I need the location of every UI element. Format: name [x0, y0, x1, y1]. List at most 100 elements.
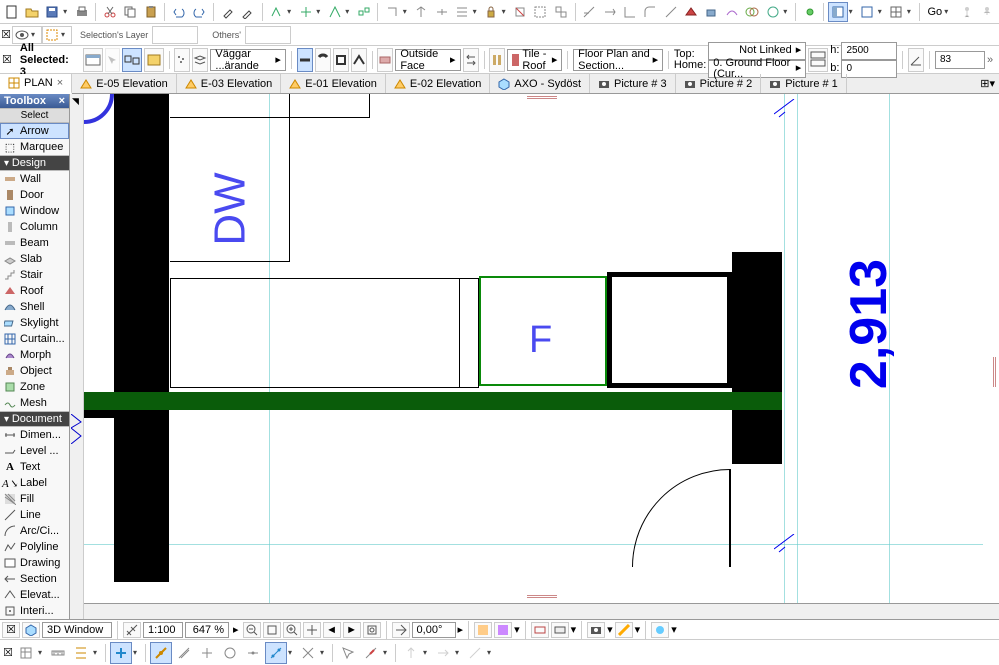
tool-skylight[interactable]: Skylight: [0, 315, 69, 331]
lock-dropdown[interactable]: ▾: [502, 7, 510, 16]
tool-wall[interactable]: Wall: [0, 171, 69, 187]
sb-pan[interactable]: [303, 622, 321, 638]
organizer-button[interactable]: [857, 2, 876, 22]
layer-combo[interactable]: Väggar ...ärande▸: [210, 49, 285, 71]
explode-button[interactable]: [551, 2, 570, 22]
new-file-button[interactable]: [2, 2, 21, 22]
tool-slab[interactable]: Slab: [0, 251, 69, 267]
wall-mode-a[interactable]: [297, 48, 313, 72]
shell-tool-button[interactable]: [702, 2, 721, 22]
save-dropdown[interactable]: ▾: [63, 7, 71, 16]
tool-polyline[interactable]: Polyline: [0, 539, 69, 555]
ib-spray-button[interactable]: [174, 48, 190, 72]
cursor-icon[interactable]: [105, 48, 120, 72]
tool-morph[interactable]: Morph: [0, 347, 69, 363]
mirror-button[interactable]: [325, 2, 344, 22]
syringe-button[interactable]: [218, 2, 237, 22]
selection-icon[interactable]: [45, 28, 59, 42]
save-button[interactable]: [43, 2, 62, 22]
go-button[interactable]: Go▾: [924, 6, 957, 18]
eyedropper-button[interactable]: [238, 2, 257, 22]
3d-window-combo[interactable]: 3D Window: [42, 622, 112, 638]
tab-pic1[interactable]: Picture # 1: [761, 74, 847, 93]
toolbox-design-header[interactable]: ▾ Design: [0, 155, 69, 171]
sb-scale-icon[interactable]: [123, 622, 141, 638]
refline-icon[interactable]: [377, 48, 393, 72]
sb-display-b[interactable]: [494, 622, 512, 638]
ib-multiply-button[interactable]: [122, 48, 142, 72]
tool-stair[interactable]: Stair: [0, 267, 69, 283]
angle-input[interactable]: [935, 51, 985, 69]
top-value[interactable]: Not Linked: [739, 45, 792, 56]
bottom-close[interactable]: ☒: [2, 646, 14, 659]
height-input[interactable]: [841, 42, 897, 60]
infobar-close-icon[interactable]: ☒: [2, 53, 12, 66]
adjust-button[interactable]: [452, 2, 471, 22]
rotate-dropdown[interactable]: ▾: [316, 7, 324, 16]
copy-button[interactable]: [121, 2, 140, 22]
tab-plan-close[interactable]: ×: [57, 77, 63, 89]
settings-button[interactable]: [83, 48, 103, 72]
tool-interior[interactable]: Interi...: [0, 603, 69, 619]
drag-dropdown[interactable]: ▾: [287, 7, 295, 16]
sb-next[interactable]: ►: [343, 622, 361, 638]
floorplan-combo[interactable]: Floor Plan and Section...▸: [573, 49, 663, 71]
tool-object[interactable]: Object: [0, 363, 69, 379]
sb-3d-icon[interactable]: [22, 622, 40, 638]
tab-pic2[interactable]: Picture # 2: [676, 74, 762, 93]
extend-button[interactable]: [600, 2, 619, 22]
tool-elevation[interactable]: Elevat...: [0, 587, 69, 603]
tab-e05[interactable]: E-05 Elevation: [72, 74, 177, 93]
infobar-more-icon[interactable]: »: [987, 54, 993, 66]
tool-shell[interactable]: Shell: [0, 299, 69, 315]
eye-icon[interactable]: [15, 28, 29, 42]
sb-camera[interactable]: [587, 622, 605, 638]
tool-zone[interactable]: Zone: [0, 379, 69, 395]
scale-combo[interactable]: 1:100: [143, 622, 183, 638]
ib-filter-button[interactable]: [144, 48, 164, 72]
ib-layers-icon[interactable]: [192, 48, 208, 72]
tool-drawing[interactable]: Drawing: [0, 555, 69, 571]
zoom-value[interactable]: 647 %: [185, 622, 229, 638]
gutter-arrow-icon[interactable]: ◥: [72, 96, 79, 107]
sb-orient-icon[interactable]: [392, 622, 410, 638]
plan-canvas[interactable]: DW F 2,913: [84, 94, 999, 619]
multiply-button[interactable]: [354, 2, 373, 22]
fly-button[interactable]: [978, 2, 997, 22]
trim-button[interactable]: [579, 2, 598, 22]
layout-dropdown[interactable]: ▾: [907, 7, 915, 16]
tool-window[interactable]: Window: [0, 203, 69, 219]
sb-fit[interactable]: [263, 622, 281, 638]
tool-marquee[interactable]: ⬚Marquee: [0, 139, 69, 155]
sb-close[interactable]: ☒: [2, 622, 20, 638]
tab-axo[interactable]: AXO - Sydöst: [490, 74, 590, 93]
sb-trace-a[interactable]: [531, 622, 549, 638]
open-file-button[interactable]: [22, 2, 41, 22]
tool-curtain[interactable]: Curtain...: [0, 331, 69, 347]
angle-icon[interactable]: [908, 48, 924, 72]
structure-icon[interactable]: [489, 48, 505, 72]
sb-zoomout[interactable]: [243, 622, 261, 638]
tool-level[interactable]: Level ...: [0, 443, 69, 459]
roof-tool-button[interactable]: [681, 2, 700, 22]
layout-button[interactable]: [886, 2, 905, 22]
wall-mode-b[interactable]: [315, 48, 331, 72]
flip-button[interactable]: [463, 48, 479, 72]
tool-door[interactable]: Door: [0, 187, 69, 203]
lock-button[interactable]: [481, 2, 500, 22]
fillet-button[interactable]: [641, 2, 660, 22]
undo-button[interactable]: [169, 2, 188, 22]
solid-ops-button[interactable]: [742, 2, 761, 22]
split-button[interactable]: [432, 2, 451, 22]
sb-mep[interactable]: [651, 622, 669, 638]
tab-e02[interactable]: E-02 Elevation: [386, 74, 491, 93]
tool-dimension[interactable]: Dimen...: [0, 427, 69, 443]
tool-fill[interactable]: Fill: [0, 491, 69, 507]
orientation-value[interactable]: 0,00°: [412, 622, 456, 638]
adjust-dropdown[interactable]: ▾: [473, 7, 481, 16]
morph-tool-button[interactable]: [722, 2, 741, 22]
material-combo[interactable]: Tile - Roof▸: [507, 49, 562, 71]
sb-display-a[interactable]: [474, 622, 492, 638]
suspend-button[interactable]: [510, 2, 529, 22]
redo-button[interactable]: [190, 2, 209, 22]
